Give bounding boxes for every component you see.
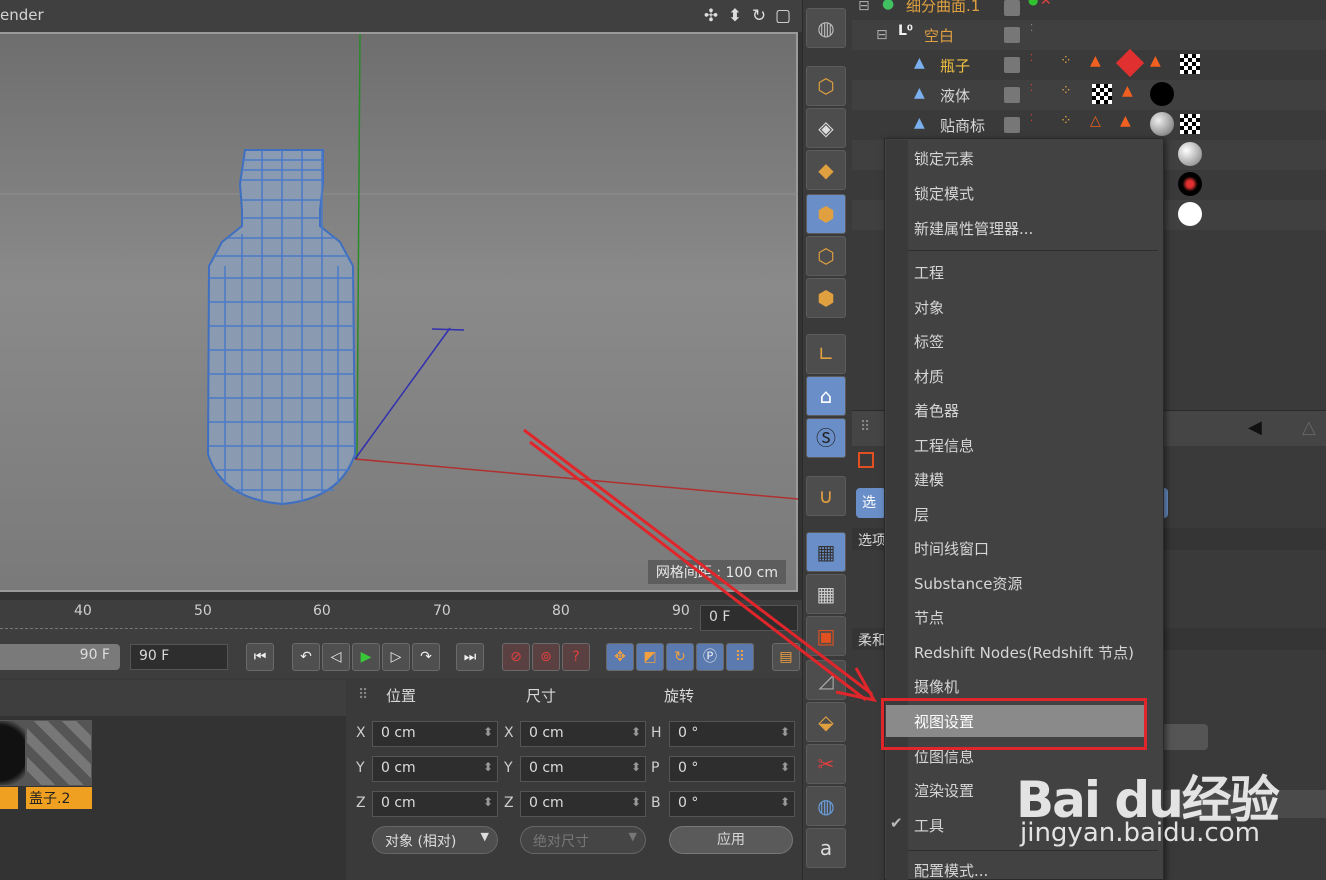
annotation-arrow-line [523,428,873,696]
annotation-highlight-box [881,698,1147,750]
annotation-arrow-line [529,440,867,702]
watermark-url: jingyan.baidu.com [1020,818,1260,848]
baidu-watermark: Bai du经验 jingyan.baidu.com [1016,760,1316,860]
